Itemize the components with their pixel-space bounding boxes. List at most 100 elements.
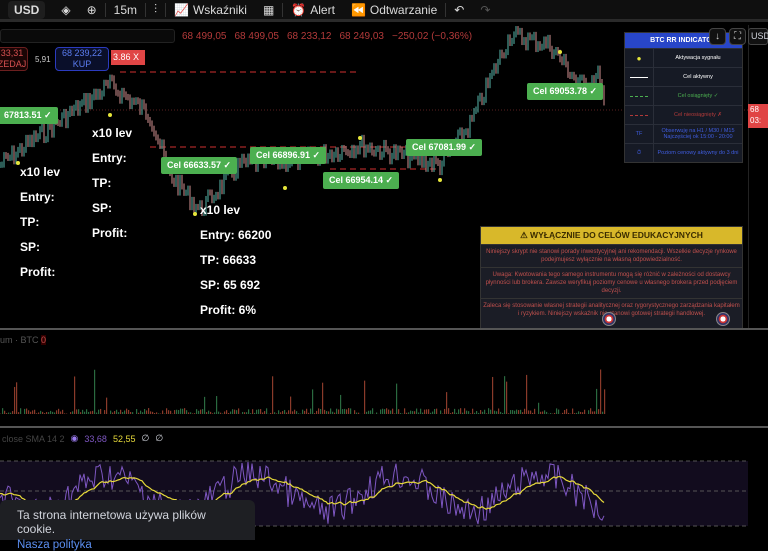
volume-bar bbox=[100, 409, 101, 414]
alarm-icon: ⏰ bbox=[291, 3, 306, 17]
rr-legend-row: TFObserwuję na H1 / M30 / M15 Najczęście… bbox=[625, 124, 742, 143]
flag-icon[interactable] bbox=[602, 312, 616, 326]
rr-legend-symbol: TF bbox=[625, 125, 654, 143]
volume-bar bbox=[598, 409, 599, 414]
volume-bar bbox=[576, 413, 577, 414]
volume-bar bbox=[506, 382, 507, 414]
volume-bar bbox=[480, 410, 481, 414]
volume-bar bbox=[182, 409, 183, 414]
volume-bar bbox=[410, 411, 411, 414]
volume-bar bbox=[150, 411, 151, 414]
volume-bar bbox=[400, 413, 401, 414]
fullscreen-icon[interactable]: ⛶ bbox=[729, 28, 746, 45]
currency-button[interactable]: USD bbox=[748, 28, 768, 45]
volume-bar bbox=[96, 413, 97, 414]
volume-bar bbox=[556, 408, 557, 414]
trade-info-block: x10 levEntry: 66200TP: 66633SP: 65 692Pr… bbox=[200, 198, 271, 323]
volume-bar bbox=[292, 411, 293, 414]
rr-legend-symbol: ● bbox=[625, 49, 654, 67]
volume-bar bbox=[486, 413, 487, 414]
volume-bar bbox=[520, 410, 521, 414]
volume-bar bbox=[574, 413, 575, 414]
volume-bar bbox=[562, 413, 563, 414]
volume-bar bbox=[128, 410, 129, 414]
volume-bar bbox=[132, 412, 133, 414]
volume-bar bbox=[166, 408, 167, 414]
volume-bar bbox=[538, 403, 539, 414]
settings-icon: ◉ bbox=[71, 433, 79, 444]
volume-bar bbox=[338, 409, 339, 414]
volume-bar bbox=[20, 408, 21, 414]
price-axis[interactable] bbox=[748, 25, 768, 328]
volume-bar bbox=[332, 412, 333, 414]
volume-bar bbox=[70, 412, 71, 414]
volume-bar bbox=[28, 410, 29, 414]
volume-bar bbox=[370, 410, 371, 414]
volume-bar bbox=[382, 409, 383, 414]
cookie-text: Ta strona internetowa używa plików cooki… bbox=[17, 508, 238, 536]
replay-button[interactable]: ⏪Odtwarzanie bbox=[343, 0, 445, 21]
volume-bar bbox=[348, 408, 349, 414]
volume-bar bbox=[94, 370, 95, 414]
redo-icon[interactable]: ↷ bbox=[472, 0, 498, 21]
symbol-button[interactable]: USD bbox=[8, 1, 45, 19]
volume-bar bbox=[444, 409, 445, 414]
candles-icon[interactable]: ⫶ bbox=[146, 0, 165, 21]
volume-bar bbox=[194, 413, 195, 414]
disclaimer-text: Uwaga: Kwotowania tego samego instrument… bbox=[481, 267, 742, 298]
rr-legend-row: Cel nieosiągnięty ✗ bbox=[625, 105, 742, 124]
volume-bar bbox=[534, 409, 535, 414]
volume-bar bbox=[92, 411, 93, 414]
volume-bar bbox=[532, 413, 533, 414]
rr-legend-label: Poziom cenowy aktywny do 3 dni bbox=[654, 150, 742, 156]
volume-bar bbox=[112, 412, 113, 414]
volume-bar bbox=[302, 410, 303, 414]
volume-bar bbox=[214, 412, 215, 414]
volume-bar bbox=[498, 408, 499, 414]
volume-bar bbox=[464, 408, 465, 414]
volume-bar bbox=[162, 410, 163, 414]
volume-bar bbox=[558, 410, 559, 414]
volume-bar bbox=[286, 413, 287, 414]
volume-bar bbox=[228, 413, 229, 414]
volume-bar bbox=[32, 410, 33, 414]
favorite-icon[interactable]: ◈ bbox=[53, 0, 78, 21]
cookie-policy-link[interactable]: Nasza polityka bbox=[17, 539, 238, 551]
volume-bar bbox=[454, 409, 455, 414]
rr-legend-row: Cel aktywny bbox=[625, 67, 742, 86]
position-tag[interactable]: 3.86 X bbox=[111, 50, 145, 65]
indicators-button[interactable]: 📈Wskaźniki bbox=[166, 0, 255, 21]
symbol-legend bbox=[0, 29, 175, 43]
volume-bar bbox=[56, 410, 57, 414]
volume-bar bbox=[468, 411, 469, 414]
volume-bar bbox=[140, 411, 141, 414]
volume-bar bbox=[210, 412, 211, 414]
volume-bar bbox=[308, 413, 309, 414]
volume-bar bbox=[316, 411, 317, 414]
volume-bar bbox=[596, 389, 597, 414]
sell-button[interactable]: 33,31ZEDAJ bbox=[0, 47, 28, 71]
layout-icon[interactable]: ▦ bbox=[255, 0, 282, 21]
volume-bar bbox=[540, 412, 541, 414]
interval-button[interactable]: 15m bbox=[106, 0, 145, 21]
rr-legend-label: Aktywacja sygnału bbox=[654, 55, 742, 61]
volume-legend: um · BTC 0 bbox=[0, 335, 46, 345]
add-symbol-icon[interactable]: ⊕ bbox=[79, 0, 105, 21]
volume-bar bbox=[588, 410, 589, 414]
volume-bar bbox=[336, 409, 337, 414]
volume-bar bbox=[394, 413, 395, 414]
buy-button[interactable]: 68 239,22KUP bbox=[55, 47, 109, 71]
volume-bar bbox=[158, 413, 159, 414]
volume-bar bbox=[446, 392, 447, 414]
undo-icon[interactable]: ↶ bbox=[446, 0, 472, 21]
volume-bar bbox=[434, 409, 435, 414]
volume-bar bbox=[156, 412, 157, 414]
download-icon[interactable]: ↓ bbox=[709, 28, 726, 45]
flag-icon[interactable] bbox=[716, 312, 730, 326]
alert-button[interactable]: ⏰Alert bbox=[283, 0, 343, 21]
volume-bar bbox=[144, 409, 145, 414]
rr-legend-symbol bbox=[625, 106, 654, 124]
volume-pane[interactable]: um · BTC 0 bbox=[0, 330, 768, 426]
volume-bar bbox=[530, 411, 531, 414]
volume-bar bbox=[276, 413, 277, 414]
